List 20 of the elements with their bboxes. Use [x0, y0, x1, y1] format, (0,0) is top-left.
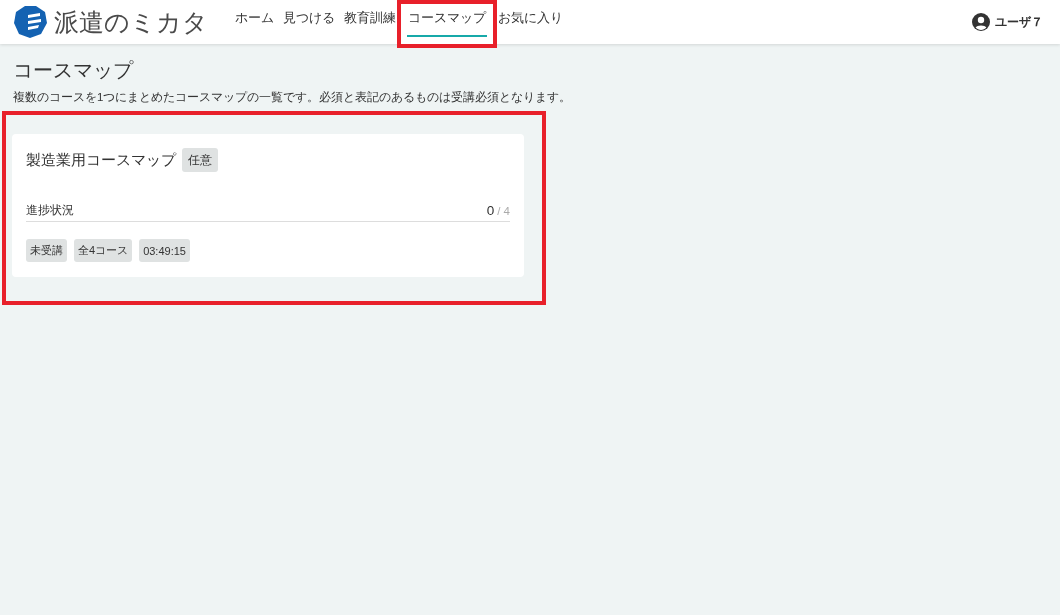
page-description: 複数のコースを1つにまとめたコースマップの一覧です。必須と表記のあるものは受講必須となります。 — [13, 90, 573, 105]
info-tag: 03:49:15 — [139, 239, 190, 262]
progress-count: 0 — [486, 203, 495, 218]
page-title: コースマップ — [13, 58, 135, 83]
info-tag: 全4コース — [74, 239, 133, 262]
course-map-title: 製造業用コースマップ — [26, 150, 176, 170]
nav-tab[interactable]: お気に入り — [497, 0, 564, 37]
progress-total: / 4 — [497, 205, 510, 217]
user-name[interactable]: ユーザ７ — [995, 13, 1043, 31]
info-tag: 未受講 — [26, 239, 67, 262]
logo-text: 派遣のミカタ — [54, 6, 208, 38]
nav-tab[interactable]: コースマップ — [407, 0, 487, 37]
nav-tab[interactable]: 教育訓練 — [343, 0, 397, 37]
nav-tab[interactable]: 見つける — [282, 0, 336, 37]
course-map-card[interactable]: 製造業用コースマップ 任意 進捗状況 0 / 4 未受講 全4コース 03:49:15 — [12, 134, 524, 277]
logo-icon — [14, 6, 47, 38]
nav-tab[interactable]: ホーム — [234, 0, 275, 37]
optional-badge: 任意 — [182, 148, 218, 172]
user-icon — [972, 13, 990, 31]
progress-label: 進捗状況 — [26, 203, 74, 218]
